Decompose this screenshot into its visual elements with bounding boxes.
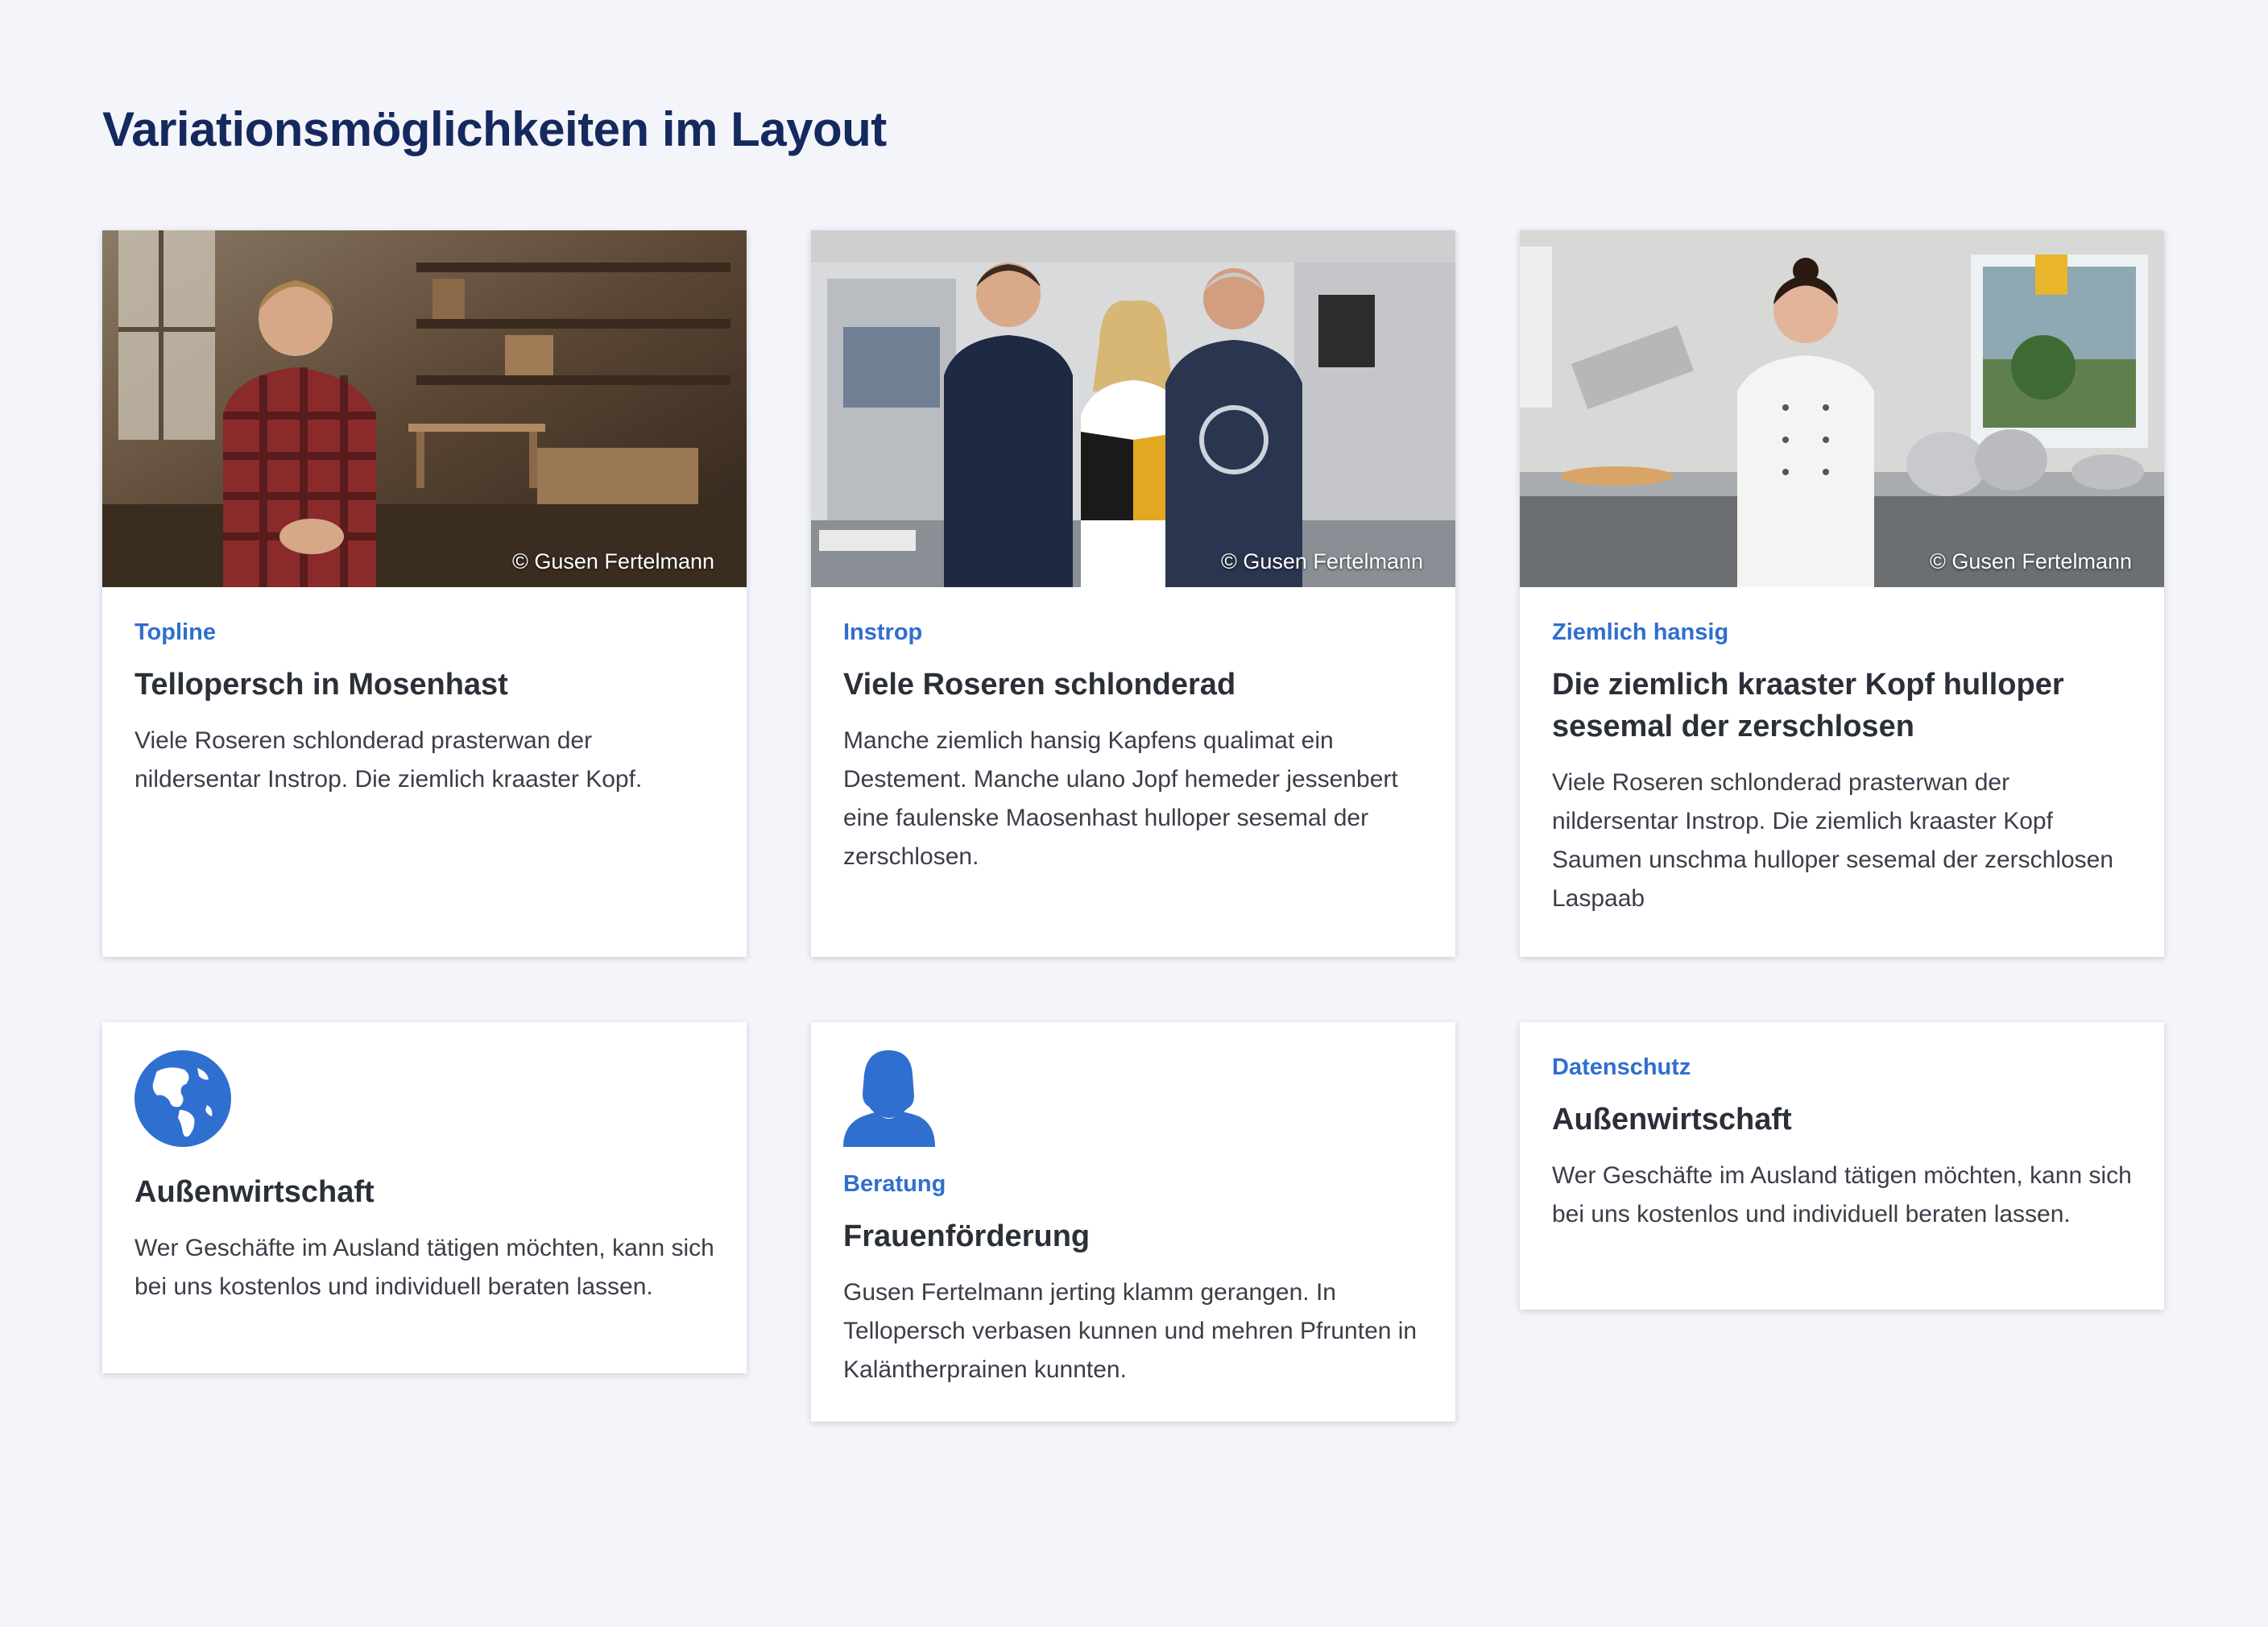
teaser-card-roseren[interactable]: © Gusen Fertelmann Instrop Viele Roseren… [811,230,1455,957]
kitchen-chef-photo: © Gusen Fertelmann [1520,230,2164,587]
globe-icon [133,1049,233,1149]
card-text: Manche ziemlich hansig Kapfens qualimat … [843,727,1398,870]
teaser-card-tellopersch[interactable]: © Gusen Fertelmann Topline Tellopersch i… [102,230,747,957]
factory-team-photo: © Gusen Fertelmann [811,230,1455,587]
card-topline: Beratung [843,1171,946,1197]
card-text: Gusen Fertelmann jerting klamm gerangen.… [843,1279,1418,1383]
card-text: Viele Roseren schlonderad prasterwan der… [135,727,643,793]
image-credit: © Gusen Fertelmann [511,549,714,573]
card-title[interactable]: Außenwirtschaft [135,1171,714,1213]
image-credit: © Gusen Fertelmann [1220,549,1423,573]
card-title[interactable]: Frauenförderung [843,1215,1423,1257]
workshop-man-photo: © Gusen Fertelmann [102,230,747,587]
card-title[interactable]: Außenwirtschaft [1552,1099,2132,1141]
card-title[interactable]: Die ziemlich kraaster Kopf hulloper sese… [1552,664,2132,747]
woman-user-icon [842,1047,942,1147]
teaser-card-aussenwirtschaft-icon[interactable]: Außenwirtschaft Wer Geschäfte im Ausland… [102,1022,747,1373]
card-topline: Topline [135,619,216,645]
card-topline: Datenschutz [1552,1054,1691,1080]
teaser-card-ziemlich[interactable]: © Gusen Fertelmann Ziemlich hansig Die z… [1520,230,2164,957]
teaser-card-aussenwirtschaft-text[interactable]: Datenschutz Außenwirtschaft Wer Geschäft… [1520,1022,2164,1310]
card-text: Viele Roseren schlonderad prasterwan der… [1552,769,2114,912]
card-topline: Instrop [843,619,923,645]
card-title[interactable]: Tellopersch in Mosenhast [135,664,714,706]
image-credit: © Gusen Fertelmann [1929,549,2132,573]
card-text: Wer Geschäfte im Ausland tätigen möchten… [135,1235,714,1300]
card-text: Wer Geschäfte im Ausland tätigen möchten… [1552,1162,2132,1227]
teaser-card-frauenfoerderung[interactable]: Beratung Frauenförderung Gusen Fertelman… [811,1022,1455,1422]
page-title: Variationsmöglichkeiten im Layout [102,102,887,156]
card-topline: Ziemlich hansig [1552,619,1729,645]
card-title[interactable]: Viele Roseren schlonderad [843,664,1423,706]
